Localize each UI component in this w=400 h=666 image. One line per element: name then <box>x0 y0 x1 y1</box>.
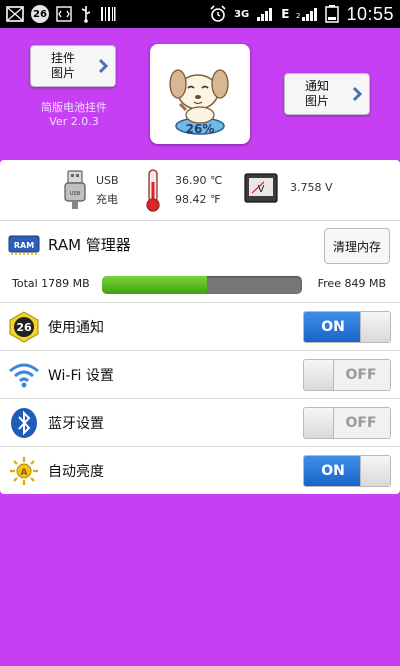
auto-brightness-switch[interactable]: ON <box>303 455 391 487</box>
app-version: Ver 2.0.3 <box>49 115 99 128</box>
battery-icon <box>325 5 340 23</box>
signal-2-icon: 2 <box>296 5 318 23</box>
switch-off-text: OFF <box>332 408 390 438</box>
wifi-switch[interactable]: OFF <box>303 359 391 391</box>
code-icon <box>56 5 72 23</box>
svg-text:USB: USB <box>70 191 81 197</box>
toggle-label-auto-brightness: 自动亮度 <box>48 464 104 480</box>
network-e-icon: E <box>281 7 290 21</box>
ram-chip-icon: RAM <box>8 233 40 259</box>
alarm-icon <box>209 5 227 23</box>
toggle-row-wifi: Wi-Fi 设置 OFF <box>0 351 400 398</box>
brightness-icon: A <box>8 455 40 487</box>
switch-on-text: ON <box>304 456 362 486</box>
notification-image-button-label: 通知 图片 <box>304 79 329 108</box>
voltmeter-icon: V <box>244 173 278 203</box>
app-name: 简版电池挂件 <box>41 101 107 114</box>
svg-text:26: 26 <box>16 321 32 334</box>
usb-label: USB <box>96 174 119 187</box>
switch-knob <box>360 456 390 486</box>
voltage-status: V 3.758 V <box>244 173 333 203</box>
svg-text:RAM: RAM <box>14 241 34 250</box>
clean-memory-button[interactable]: 清理内存 <box>324 228 390 264</box>
notification-badge-icon: 26 <box>8 311 40 343</box>
svg-text:2: 2 <box>296 12 300 20</box>
voltage-value: 3.758 V <box>290 181 333 194</box>
app-version-info: 简版电池挂件 Ver 2.0.3 <box>22 101 126 129</box>
switch-knob <box>360 312 390 342</box>
toggle-row-bluetooth: 蓝牙设置 OFF <box>0 399 400 446</box>
switch-knob <box>304 360 334 390</box>
barcode-icon <box>100 5 116 23</box>
sms-icon <box>6 5 24 23</box>
usb-icon <box>79 5 93 23</box>
ram-total: Total 1789 MB <box>12 277 90 290</box>
switch-knob <box>304 408 334 438</box>
toggle-label-wifi: Wi-Fi 设置 <box>48 368 114 384</box>
battery-percent: 26% <box>185 122 215 136</box>
charge-label: 充电 <box>96 193 118 206</box>
toggle-label-notification: 使用通知 <box>48 320 104 336</box>
toggle-label-bluetooth: 蓝牙设置 <box>48 416 104 432</box>
widget-image-button[interactable]: 挂件 图片 <box>30 45 116 87</box>
status-time: 10:55 <box>346 3 394 24</box>
temperature-celsius: 36.90 ℃ <box>175 174 223 187</box>
ram-used-fill <box>102 276 207 294</box>
signal-icon <box>256 5 274 23</box>
temperature-status: 36.90 ℃ 98.42 ℉ <box>143 168 222 212</box>
chevron-right-icon <box>349 86 365 102</box>
bluetooth-switch[interactable]: OFF <box>303 407 391 439</box>
switch-on-text: ON <box>304 312 362 342</box>
toggle-row-auto-brightness: A 自动亮度 ON <box>0 447 400 494</box>
bluetooth-icon <box>8 407 40 439</box>
usb-charge-status: USB USB 充电 <box>62 170 119 210</box>
ram-free: Free 849 MB <box>317 277 386 290</box>
wifi-icon <box>8 359 40 391</box>
widget-image-button-label: 挂件 图片 <box>50 51 75 80</box>
status-bar: 26 3G E 2 10:55 <box>0 0 400 28</box>
battery-info-row: USB USB 充电 36.90 ℃ 98.42 ℉ V 3.758 V <box>0 160 400 220</box>
ram-manager-title: RAM 管理器 <box>48 236 131 254</box>
toggle-row-notification: 26 使用通知 ON <box>0 303 400 350</box>
notification-switch[interactable]: ON <box>303 311 391 343</box>
ram-manager-section: RAM RAM 管理器 清理内存 Total 1789 MB Free 849 … <box>0 221 400 299</box>
svg-text:A: A <box>21 468 28 478</box>
notification-image-button[interactable]: 通知 图片 <box>284 73 370 115</box>
temperature-fahrenheit: 98.42 ℉ <box>175 193 221 206</box>
usb-plug-icon: USB <box>64 170 86 209</box>
switch-off-text: OFF <box>332 360 390 390</box>
thermometer-icon <box>146 169 160 212</box>
network-3g-icon: 3G <box>234 8 250 20</box>
battery-widget-preview[interactable]: 26% <box>150 44 250 144</box>
main-panel: USB USB 充电 36.90 ℃ 98.42 ℉ V 3.758 V RAM… <box>0 160 400 494</box>
svg-text:V: V <box>258 184 265 195</box>
battery-level-badge: 26 <box>31 5 49 23</box>
ram-usage-bar <box>102 276 302 294</box>
chevron-right-icon <box>95 58 111 74</box>
